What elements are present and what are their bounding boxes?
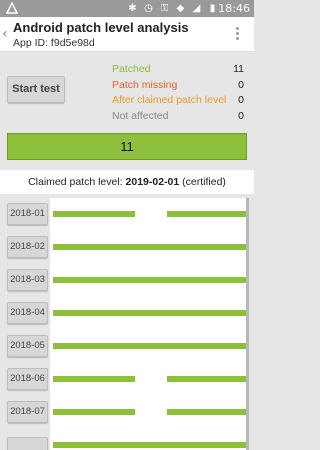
- month-button[interactable]: [7, 437, 48, 450]
- patch-timeline-track: [50, 363, 248, 396]
- patch-timeline-track: [50, 231, 248, 264]
- key-icon: ⚿: [160, 3, 169, 14]
- stat-label: Not affected: [112, 109, 169, 122]
- patch-timeline-track: [50, 264, 248, 297]
- app-logo-icon: [6, 2, 18, 14]
- patched-segment: [53, 244, 248, 250]
- page-title: Android patch level analysis: [13, 20, 189, 35]
- stat-value: 0: [238, 78, 244, 91]
- patched-segment: [167, 376, 248, 382]
- patched-segment: [167, 409, 248, 415]
- month-button[interactable]: 2018-03: [7, 269, 48, 291]
- month-row: 2018-01: [0, 198, 254, 231]
- scrollbar[interactable]: [246, 198, 249, 450]
- alarm-icon: ◷: [144, 3, 153, 14]
- status-bar: ✱ ◷ ⚿ ◆ ◢ ▮ 18:46: [0, 0, 254, 17]
- patched-segment: [53, 409, 135, 415]
- month-row: 2018-06: [0, 363, 254, 396]
- patch-timeline-track: [50, 429, 248, 450]
- patched-segment: [53, 442, 248, 448]
- month-button[interactable]: 2018-02: [7, 236, 48, 258]
- bluetooth-icon: ✱: [128, 3, 137, 14]
- status-icons: ✱ ◷ ⚿ ◆ ◢ ▮: [127, 2, 218, 15]
- patched-segment: [53, 277, 248, 283]
- stat-value: 11: [233, 63, 244, 75]
- back-arrow-icon[interactable]: ‹: [2, 26, 8, 42]
- month-button[interactable]: 2018-05: [7, 335, 48, 357]
- month-row: 2018-07: [0, 396, 254, 429]
- patched-segment: [167, 211, 248, 217]
- status-time: 18:46: [218, 2, 250, 15]
- stat-patch-missing: Patch missing 0: [112, 78, 246, 94]
- start-test-button[interactable]: Start test: [7, 76, 65, 103]
- month-row: 2018-03: [0, 264, 254, 297]
- battery-icon: ▮: [209, 3, 216, 14]
- stat-not-affected: Not affected 0: [112, 109, 246, 125]
- claimed-suffix: (certified): [179, 176, 226, 188]
- stat-label: Patched: [112, 63, 151, 75]
- app-bar: ‹ Android patch level analysis App ID: f…: [0, 17, 254, 52]
- month-list[interactable]: 2018-01 2018-02 2018-03 2018-04 2018-05 2018-…: [0, 198, 254, 450]
- patched-segment: [53, 343, 248, 349]
- stat-patched: Patched 11: [112, 62, 246, 78]
- patched-segment: [53, 211, 135, 217]
- patched-segment: [53, 310, 248, 316]
- claimed-date: 2019-02-01: [125, 176, 180, 188]
- month-row: 2018-02: [0, 231, 254, 264]
- month-row: 2018-05: [0, 330, 254, 363]
- patch-timeline-track: [50, 330, 248, 363]
- overflow-menu-icon[interactable]: [236, 27, 240, 43]
- stats-panel: Patched 11 Patch missing 0 After claimed…: [112, 62, 246, 124]
- patched-count-bar: 11: [7, 133, 247, 160]
- patch-timeline-track: [50, 198, 248, 231]
- wifi-icon: ◆: [176, 3, 185, 14]
- patch-timeline-track: [50, 396, 248, 429]
- month-button[interactable]: 2018-07: [7, 401, 48, 423]
- stat-value: 0: [238, 109, 244, 122]
- month-button[interactable]: 2018-04: [7, 302, 48, 324]
- stat-after-claimed: After claimed patch level 0: [112, 93, 246, 109]
- month-button[interactable]: 2018-01: [7, 203, 48, 225]
- claimed-patch-level: Claimed patch level: 2019-02-01 (certifi…: [0, 170, 254, 194]
- stat-label: After claimed patch level: [112, 94, 227, 106]
- signal-icon: ◢: [192, 3, 201, 14]
- month-row: [0, 429, 254, 450]
- patched-segment: [53, 376, 135, 382]
- claimed-prefix: Claimed patch level:: [28, 176, 126, 188]
- app-id: App ID: f9d5e98d: [13, 37, 95, 49]
- patch-timeline-track: [50, 297, 248, 330]
- month-row: 2018-04: [0, 297, 254, 330]
- month-button[interactable]: 2018-06: [7, 368, 48, 390]
- stat-value: 0: [238, 94, 244, 106]
- stat-label: Patch missing: [112, 78, 178, 91]
